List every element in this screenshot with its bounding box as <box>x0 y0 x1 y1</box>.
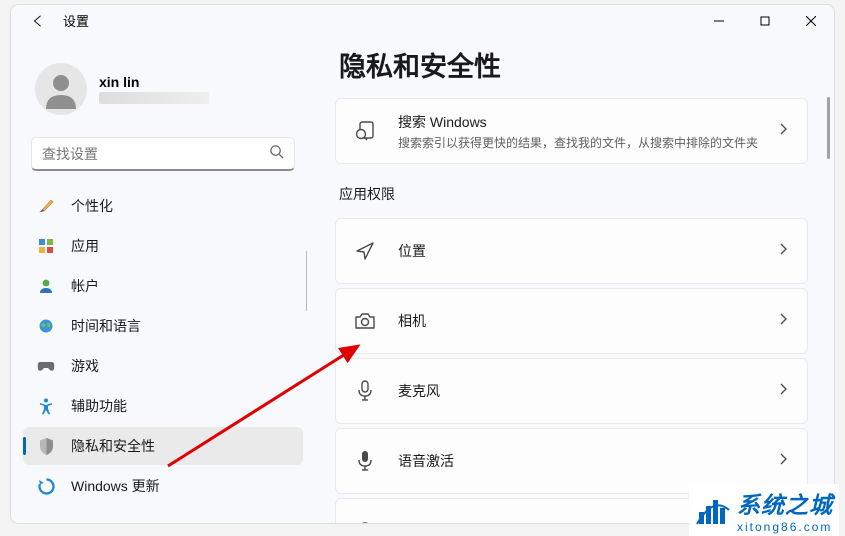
search-doc-icon <box>354 120 376 142</box>
maximize-button[interactable] <box>742 5 788 37</box>
watermark: 系统之城 xitong86.com <box>689 484 839 536</box>
minimize-button[interactable] <box>696 5 742 37</box>
camera-icon <box>354 310 376 332</box>
sidebar-item-label: 帐户 <box>71 276 99 296</box>
apps-icon <box>37 237 55 255</box>
back-button[interactable] <box>31 14 45 28</box>
sidebar-item-personalization[interactable]: 个性化 <box>23 187 303 225</box>
chevron-right-icon <box>777 122 789 140</box>
scroll-indicator <box>306 251 307 311</box>
sidebar-item-label: Windows 更新 <box>71 476 160 496</box>
location-icon <box>354 240 376 262</box>
window-title: 设置 <box>63 11 89 30</box>
chevron-right-icon <box>777 242 789 260</box>
sidebar-item-label: 游戏 <box>71 356 99 376</box>
watermark-url: xitong86.com <box>737 520 833 534</box>
close-button[interactable] <box>788 5 834 37</box>
watermark-title: 系统之城 <box>737 486 833 520</box>
sidebar-item-time-language[interactable]: 时间和语言 <box>23 307 303 345</box>
shield-icon <box>37 437 55 455</box>
sidebar: xin lin 个性化 <box>11 45 311 523</box>
gamepad-icon <box>37 357 55 375</box>
card-title: 麦克风 <box>398 381 777 401</box>
card-camera[interactable]: 相机 <box>335 288 808 354</box>
update-icon <box>37 477 55 495</box>
profile-email <box>99 92 209 104</box>
sidebar-item-label: 个性化 <box>71 196 113 216</box>
chevron-right-icon <box>777 312 789 330</box>
search-field[interactable] <box>42 146 269 162</box>
sidebar-item-accounts[interactable]: 帐户 <box>23 267 303 305</box>
brush-icon <box>37 197 55 215</box>
titlebar: 设置 <box>11 5 834 45</box>
avatar <box>35 63 87 115</box>
search-icon <box>269 144 284 164</box>
sidebar-item-privacy-security[interactable]: 隐私和安全性 <box>23 427 303 465</box>
card-subtitle: 搜索索引以获得更快的结果，查找我的文件，从搜索中排除的文件夹 <box>398 134 777 151</box>
card-title: 搜索 Windows <box>398 112 777 132</box>
card-title: 位置 <box>398 241 777 261</box>
scrollbar[interactable] <box>827 97 830 159</box>
sidebar-item-windows-update[interactable]: Windows 更新 <box>23 467 303 505</box>
card-search-windows[interactable]: 搜索 Windows 搜索索引以获得更快的结果，查找我的文件，从搜索中排除的文件… <box>335 98 808 164</box>
card-title: 相机 <box>398 311 777 331</box>
sidebar-item-gaming[interactable]: 游戏 <box>23 347 303 385</box>
profile-name: xin lin <box>99 74 209 90</box>
search-input[interactable] <box>31 137 295 171</box>
sidebar-item-label: 辅助功能 <box>71 396 127 416</box>
sidebar-item-label: 时间和语言 <box>71 316 141 336</box>
person-icon <box>37 277 55 295</box>
section-label: 应用权限 <box>335 168 808 218</box>
chevron-right-icon <box>777 382 789 400</box>
page-title: 隐私和安全性 <box>335 45 808 98</box>
card-location[interactable]: 位置 <box>335 218 808 284</box>
watermark-icon <box>695 494 731 526</box>
profile[interactable]: xin lin <box>23 45 303 127</box>
content: 隐私和安全性 搜索 Windows 搜索索引以获得更快的结果，查找我的文件，从搜… <box>311 45 834 523</box>
globe-icon <box>37 317 55 335</box>
bell-icon <box>354 520 376 523</box>
chevron-right-icon <box>777 452 789 470</box>
card-microphone[interactable]: 麦克风 <box>335 358 808 424</box>
accessibility-icon <box>37 397 55 415</box>
sidebar-item-label: 隐私和安全性 <box>71 436 155 456</box>
voice-icon <box>354 450 376 472</box>
microphone-icon <box>354 380 376 402</box>
sidebar-item-label: 应用 <box>71 236 99 256</box>
card-title: 语音激活 <box>398 451 777 471</box>
sidebar-item-accessibility[interactable]: 辅助功能 <box>23 387 303 425</box>
sidebar-item-apps[interactable]: 应用 <box>23 227 303 265</box>
nav: 个性化 应用 帐户 时 <box>23 185 303 507</box>
